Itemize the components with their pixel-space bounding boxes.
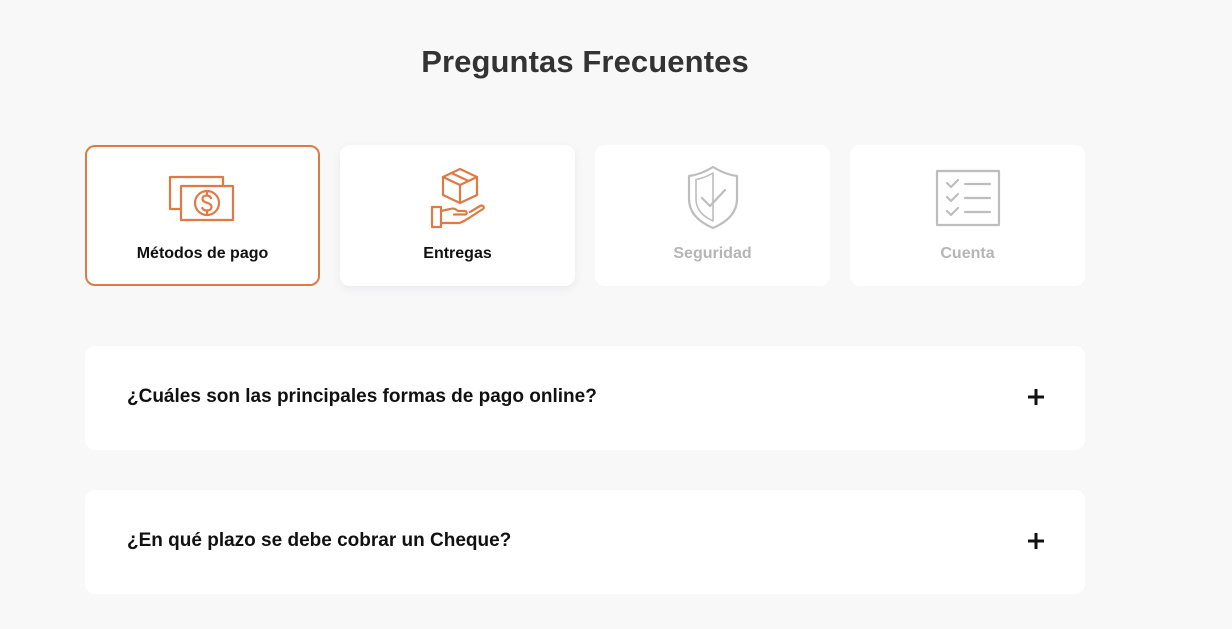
checklist-icon bbox=[850, 165, 1085, 231]
faq-question: ¿Cuáles son las principales formas de pa… bbox=[127, 386, 597, 407]
category-card-seguridad[interactable]: Seguridad bbox=[595, 145, 830, 286]
plus-icon[interactable] bbox=[1027, 532, 1045, 550]
category-label: Métodos de pago bbox=[136, 245, 269, 262]
category-card-entregas[interactable]: Entregas bbox=[340, 145, 575, 286]
category-label: Cuenta bbox=[940, 245, 995, 262]
plus-icon[interactable] bbox=[1027, 388, 1045, 406]
box-in-hand-icon bbox=[340, 165, 575, 231]
faq-page: Preguntas Frecuentes Métodos de pago Ent… bbox=[0, 0, 1232, 629]
category-label: Seguridad bbox=[673, 245, 752, 262]
money-bills-icon bbox=[87, 167, 318, 233]
category-card-cuenta[interactable]: Cuenta bbox=[850, 145, 1085, 286]
category-label: Entregas bbox=[423, 245, 492, 262]
shield-check-icon bbox=[595, 165, 830, 231]
page-title: Preguntas Frecuentes bbox=[421, 44, 749, 79]
faq-item[interactable]: ¿Cuáles son las principales formas de pa… bbox=[85, 346, 1085, 450]
faq-item[interactable]: ¿En qué plazo se debe cobrar un Cheque? bbox=[85, 490, 1085, 594]
faq-question: ¿En qué plazo se debe cobrar un Cheque? bbox=[127, 530, 512, 551]
category-card-metodos-de-pago[interactable]: Métodos de pago bbox=[85, 145, 320, 286]
